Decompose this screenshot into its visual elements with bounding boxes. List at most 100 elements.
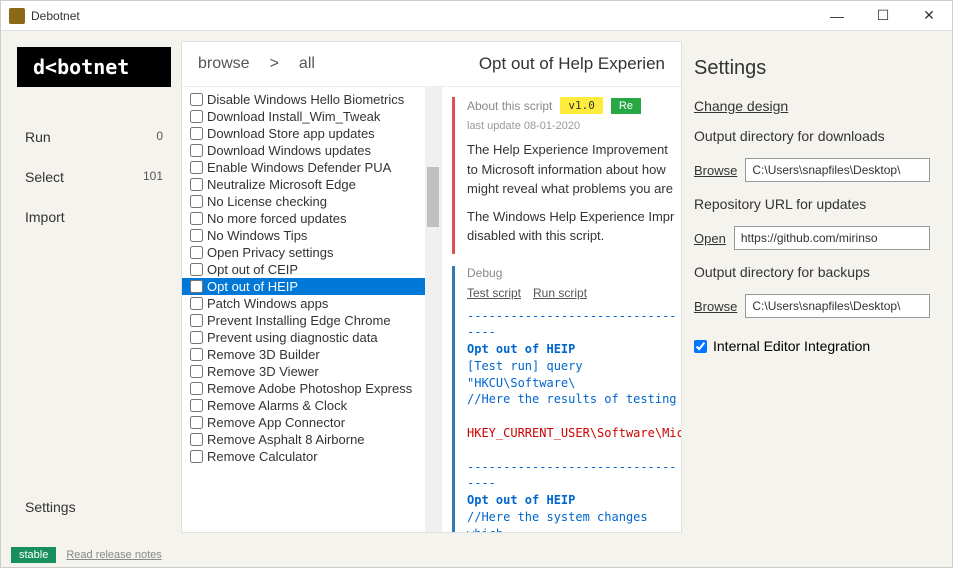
script-checkbox[interactable] — [190, 263, 203, 276]
script-checkbox[interactable] — [190, 93, 203, 106]
nav-run-count: 0 — [156, 129, 163, 145]
script-item[interactable]: Prevent Installing Edge Chrome — [182, 312, 425, 329]
script-item[interactable]: Remove App Connector — [182, 414, 425, 431]
script-item[interactable]: Patch Windows apps — [182, 295, 425, 312]
script-item[interactable]: Remove Alarms & Clock — [182, 397, 425, 414]
script-item[interactable]: Enable Windows Defender PUA — [182, 159, 425, 176]
internal-editor-checkbox[interactable] — [694, 340, 707, 353]
scrollbar-thumb[interactable] — [427, 167, 439, 227]
run-script-link[interactable]: Run script — [533, 286, 587, 300]
script-checkbox[interactable] — [190, 297, 203, 310]
version-badge: v1.0 — [560, 97, 603, 114]
breadcrumb-browse[interactable]: browse — [198, 55, 250, 73]
description-2: The Windows Help Experience Impr disable… — [467, 207, 681, 246]
repo-url-input[interactable] — [734, 226, 930, 250]
settings-panel: Settings Change design Output directory … — [682, 41, 942, 533]
script-checkbox[interactable] — [190, 212, 203, 225]
internal-editor-row[interactable]: Internal Editor Integration — [694, 338, 930, 354]
nav-select-label: Select — [25, 169, 64, 185]
script-checkbox[interactable] — [190, 127, 203, 140]
close-button[interactable]: ✕ — [906, 1, 952, 31]
script-item[interactable]: Neutralize Microsoft Edge — [182, 176, 425, 193]
nav-run[interactable]: Run 0 — [17, 117, 171, 157]
script-checkbox[interactable] — [190, 314, 203, 327]
script-label: Remove 3D Viewer — [207, 364, 319, 379]
nav-settings[interactable]: Settings — [17, 487, 171, 527]
settings-title: Settings — [694, 57, 930, 80]
script-item[interactable]: No Windows Tips — [182, 227, 425, 244]
script-label: Remove Alarms & Clock — [207, 398, 347, 413]
script-item[interactable]: Prevent using diagnostic data — [182, 329, 425, 346]
script-item[interactable]: Download Store app updates — [182, 125, 425, 142]
script-item[interactable]: Download Install_Wim_Tweak — [182, 108, 425, 125]
app-icon — [9, 8, 25, 24]
description-1: The Help Experience Improvement to Micro… — [467, 140, 681, 199]
script-item[interactable]: Download Windows updates — [182, 142, 425, 159]
script-label: Enable Windows Defender PUA — [207, 160, 391, 175]
scrollbar-vertical[interactable] — [425, 87, 441, 532]
script-checkbox[interactable] — [190, 365, 203, 378]
script-item[interactable]: No License checking — [182, 193, 425, 210]
internal-editor-label: Internal Editor Integration — [713, 338, 870, 354]
script-item[interactable]: Open Privacy settings — [182, 244, 425, 261]
script-checkbox[interactable] — [190, 416, 203, 429]
nav-import[interactable]: Import — [17, 197, 171, 237]
script-checkbox[interactable] — [190, 178, 203, 191]
script-checkbox[interactable] — [190, 382, 203, 395]
script-label: Remove Asphalt 8 Airborne — [207, 432, 365, 447]
test-script-link[interactable]: Test script — [467, 286, 521, 300]
script-checkbox[interactable] — [190, 348, 203, 361]
debug-label: Debug — [467, 266, 502, 280]
script-label: Open Privacy settings — [207, 245, 333, 260]
script-label: Remove Adobe Photoshop Express — [207, 381, 412, 396]
script-item[interactable]: Remove Adobe Photoshop Express — [182, 380, 425, 397]
change-design-link[interactable]: Change design — [694, 98, 930, 114]
titlebar: Debotnet — ☐ ✕ — [1, 1, 952, 31]
script-list[interactable]: Disable Windows Hello Biometrics Download… — [182, 87, 425, 532]
about-label: About this script — [467, 99, 552, 113]
script-item[interactable]: Remove Asphalt 8 Airborne — [182, 431, 425, 448]
script-checkbox[interactable] — [190, 433, 203, 446]
minimize-button[interactable]: — — [814, 1, 860, 31]
script-checkbox[interactable] — [190, 229, 203, 242]
script-label: Opt out of HEIP — [207, 279, 298, 294]
script-checkbox[interactable] — [190, 331, 203, 344]
sidebar: d<botnet Run 0 Select 101 Import Setting… — [11, 41, 181, 533]
script-label: Disable Windows Hello Biometrics — [207, 92, 404, 107]
script-label: Remove Calculator — [207, 449, 318, 464]
open-repo-link[interactable]: Open — [694, 231, 726, 246]
content-area: d<botnet Run 0 Select 101 Import Setting… — [1, 31, 952, 543]
script-checkbox[interactable] — [190, 195, 203, 208]
script-checkbox[interactable] — [190, 144, 203, 157]
script-checkbox[interactable] — [190, 161, 203, 174]
script-checkbox[interactable] — [190, 110, 203, 123]
script-checkbox[interactable] — [190, 246, 203, 259]
repo-label: Repository URL for updates — [694, 196, 930, 212]
backup-path-input[interactable] — [745, 294, 930, 318]
release-notes-link[interactable]: Read release notes — [66, 549, 161, 561]
maximize-button[interactable]: ☐ — [860, 1, 906, 31]
script-label: Remove 3D Builder — [207, 347, 320, 362]
script-item[interactable]: Opt out of CEIP — [182, 261, 425, 278]
script-item[interactable]: No more forced updates — [182, 210, 425, 227]
output-download-label: Output directory for downloads — [694, 128, 930, 144]
script-label: No License checking — [207, 194, 327, 209]
script-checkbox[interactable] — [190, 399, 203, 412]
debug-output: --------------------------------- Opt ou… — [467, 308, 681, 533]
script-item[interactable]: Disable Windows Hello Biometrics — [182, 91, 425, 108]
breadcrumb-all[interactable]: all — [299, 55, 315, 73]
script-checkbox[interactable] — [190, 280, 203, 293]
browse-backup-link[interactable]: Browse — [694, 299, 737, 314]
script-label: Download Install_Wim_Tweak — [207, 109, 380, 124]
nav-import-label: Import — [25, 209, 65, 225]
script-item[interactable]: Remove 3D Viewer — [182, 363, 425, 380]
script-item[interactable]: Remove Calculator — [182, 448, 425, 465]
script-checkbox[interactable] — [190, 450, 203, 463]
nav-select[interactable]: Select 101 — [17, 157, 171, 197]
download-path-input[interactable] — [745, 158, 930, 182]
script-item[interactable]: Remove 3D Builder — [182, 346, 425, 363]
script-label: Prevent Installing Edge Chrome — [207, 313, 391, 328]
script-item[interactable]: Opt out of HEIP — [182, 278, 425, 295]
browse-download-link[interactable]: Browse — [694, 163, 737, 178]
main-panel: browse > all Opt out of Help Experien Di… — [181, 41, 682, 533]
